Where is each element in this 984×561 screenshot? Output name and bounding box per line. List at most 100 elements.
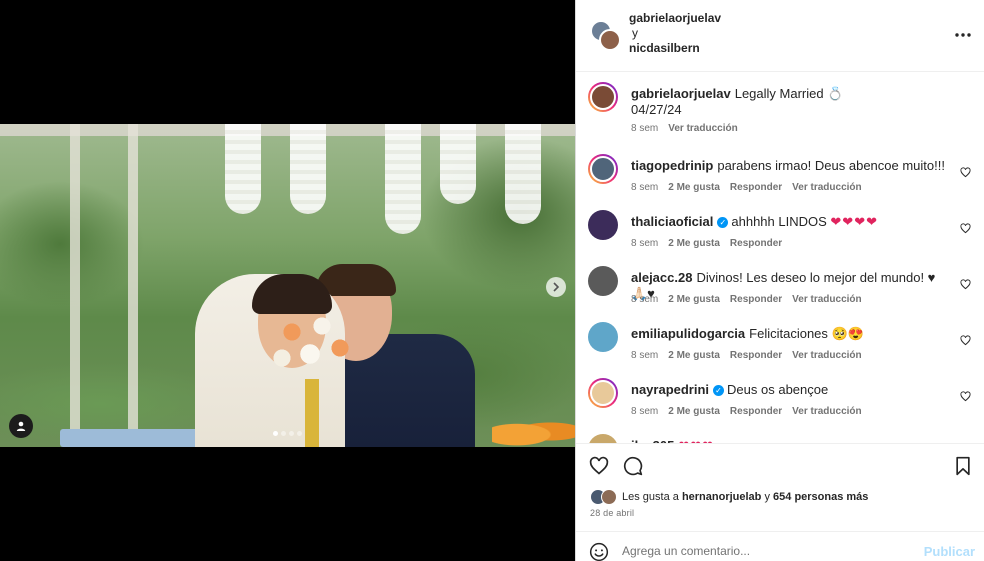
next-arrow-button[interactable]	[546, 277, 566, 297]
comment-username[interactable]: gabrielaorjuelav	[631, 86, 731, 101]
save-icon[interactable]	[953, 456, 973, 476]
comment-username[interactable]: tiagopedrinip	[631, 158, 713, 173]
verified-badge-icon: ✓	[717, 217, 729, 228]
bouquet-stem	[305, 379, 319, 447]
comment-like-icon[interactable]	[960, 335, 971, 346]
avatar[interactable]	[588, 434, 618, 443]
avatar[interactable]	[588, 378, 618, 408]
bouquet	[262, 304, 362, 384]
post-photo[interactable]	[0, 124, 575, 447]
next-arrow-icon	[553, 282, 560, 292]
liker-username[interactable]: hernanorjuelab	[682, 491, 761, 503]
orange-flowers	[492, 416, 575, 447]
author-link[interactable]: nicdasilbern	[629, 41, 721, 56]
avatar[interactable]	[588, 322, 618, 352]
comment-age: 8 sem	[631, 182, 659, 193]
like-icon[interactable]	[589, 456, 609, 476]
reply-link[interactable]: Responder	[730, 294, 782, 305]
comment-age: 8 sem	[631, 406, 659, 417]
comment-likes[interactable]: 2 Me gusta	[668, 294, 720, 305]
more-options-icon	[955, 33, 971, 37]
carousel-dot	[297, 431, 302, 436]
comment-age: 8 sem	[631, 123, 659, 134]
comment-meta: 8 sem 2 Me gusta Responder Ver traducció…	[631, 406, 862, 417]
comment-text: emiliapulidogarcia Felicitaciones 🥺😍	[631, 313, 984, 342]
comment-item: alejacc.28 Divinos! Les deseo lo mejor de…	[576, 257, 984, 313]
emoji-icon[interactable]	[589, 542, 609, 561]
comment-item: nayrapedrini ✓ Deus os abençoe 8 sem 2 Me …	[576, 369, 984, 425]
add-comment-bar: Publicar	[576, 531, 984, 561]
caption-text: gabrielaorjuelav Legally Married 💍 04/27/…	[631, 73, 984, 118]
reply-link[interactable]: Responder	[730, 182, 782, 193]
likes-others[interactable]: 654 personas más	[773, 491, 868, 503]
verified-badge-icon: ✓	[713, 385, 725, 396]
carousel-dot	[281, 431, 286, 436]
comment-username[interactable]: nayrapedrini	[631, 382, 709, 397]
reply-link[interactable]: Responder	[730, 406, 782, 417]
comment-like-icon[interactable]	[960, 279, 971, 290]
more-options-button[interactable]	[953, 25, 973, 45]
translate-link[interactable]: Ver traducción	[792, 294, 861, 305]
comment-likes[interactable]: 2 Me gusta	[668, 238, 720, 249]
comment-item: emiliapulidogarcia Felicitaciones 🥺😍 8 se…	[576, 313, 984, 369]
comment-likes[interactable]: 2 Me gusta	[668, 350, 720, 361]
post-caption: gabrielaorjuelav Legally Married 💍 04/27/…	[576, 73, 984, 145]
comment-likes[interactable]: 2 Me gusta	[668, 182, 720, 193]
comment-meta: 8 sem 2 Me gusta Responder Ver traducció…	[631, 182, 862, 193]
avatar[interactable]	[588, 266, 618, 296]
user-tag-icon	[16, 421, 26, 431]
comment-text: jley305❤❤❤	[631, 425, 984, 443]
comment-body: Felicitaciones 🥺😍	[749, 326, 864, 341]
comment-like-icon[interactable]	[960, 223, 971, 234]
author-link[interactable]: gabrielaorjuelav	[629, 11, 721, 26]
comment-icon[interactable]	[623, 456, 643, 476]
photo-post-mid	[128, 124, 138, 447]
carousel-indicator	[273, 431, 302, 436]
comment-meta: 8 sem Ver traducción	[631, 123, 738, 134]
translate-link[interactable]: Ver traducción	[668, 123, 737, 134]
reply-link[interactable]: Responder	[730, 350, 782, 361]
comment-username[interactable]: thaliciaoficial	[631, 214, 713, 229]
comment-age: 8 sem	[631, 350, 659, 361]
comment-likes[interactable]: 2 Me gusta	[668, 406, 720, 417]
comment-item: jley305❤❤❤	[576, 425, 984, 443]
translate-link[interactable]: Ver traducción	[792, 406, 861, 417]
caption-date-line: 04/27/24	[631, 102, 682, 117]
caption-body: Legally Married 💍	[734, 86, 844, 101]
comment-body: parabens irmao! Deus abencoe muito!!!	[717, 158, 945, 173]
post-media	[0, 0, 575, 561]
avatar[interactable]	[588, 210, 618, 240]
author-avatars[interactable]	[590, 20, 621, 51]
avatar	[599, 29, 621, 51]
hanging-flowers	[505, 124, 541, 224]
avatar	[601, 489, 617, 505]
translate-link[interactable]: Ver traducción	[792, 350, 861, 361]
comment-meta: 8 sem 2 Me gusta Responder Ver traducció…	[631, 294, 862, 305]
comment-age: 8 sem	[631, 238, 659, 249]
avatar[interactable]	[588, 82, 618, 112]
comment-like-icon[interactable]	[960, 167, 971, 178]
comment-username[interactable]: alejacc.28	[631, 270, 692, 285]
likes-joiner: y	[764, 491, 770, 503]
comment-body: ahhhhh LINDOS	[731, 214, 827, 229]
comment-like-icon[interactable]	[960, 391, 971, 402]
reply-link[interactable]: Responder	[730, 238, 782, 249]
comment-username[interactable]: emiliapulidogarcia	[631, 326, 745, 341]
comments-list[interactable]: gabrielaorjuelav Legally Married 💍 04/27/…	[576, 73, 984, 443]
carousel-dot	[273, 431, 278, 436]
avatar[interactable]	[588, 154, 618, 184]
hanging-flowers	[290, 124, 326, 214]
author-joiner: y	[632, 26, 638, 40]
comment-meta: 8 sem 2 Me gusta Responder Ver traducció…	[631, 350, 862, 361]
comment-input[interactable]	[622, 544, 902, 558]
translate-link[interactable]: Ver traducción	[792, 182, 861, 193]
photo-post-left	[70, 124, 80, 447]
post-date[interactable]: 28 de abril	[590, 508, 634, 518]
post-header: gabrielaorjuelav y nicdasilbern	[576, 0, 984, 72]
user-tag-button[interactable]	[9, 414, 33, 438]
comment-hearts: ❤❤❤❤	[830, 214, 878, 229]
publish-button[interactable]: Publicar	[924, 544, 975, 559]
hanging-flowers	[385, 124, 421, 234]
comment-age: 8 sem	[631, 294, 659, 305]
comment-item: thaliciaoficial ✓ ahhhhh LINDOS ❤❤❤❤ 8 sem…	[576, 201, 984, 257]
